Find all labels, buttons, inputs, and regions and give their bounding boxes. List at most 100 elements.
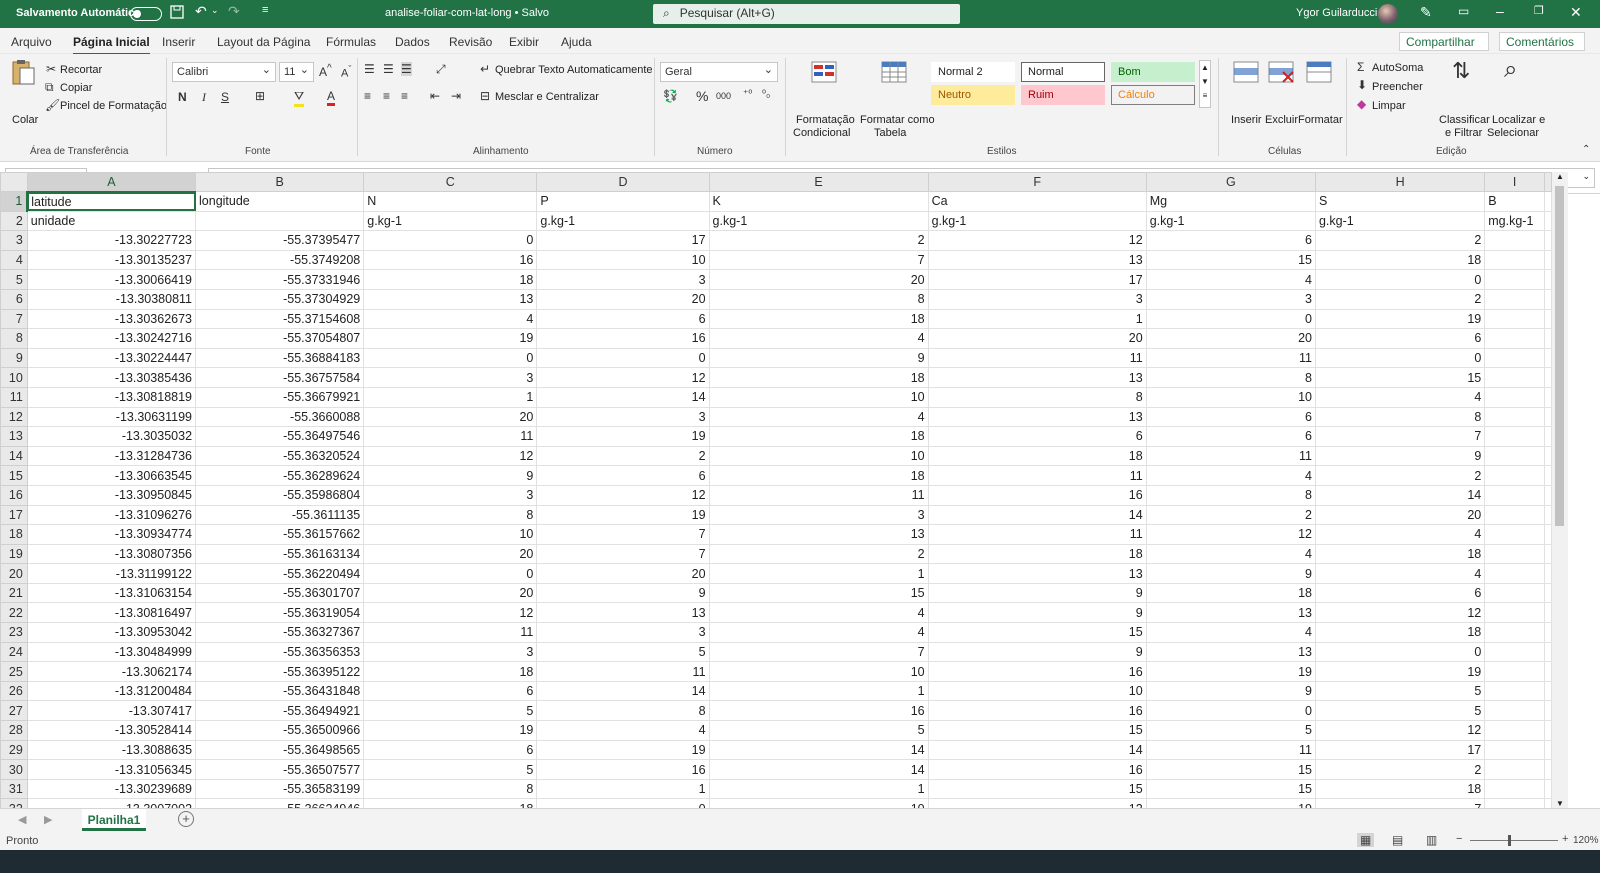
- cell[interactable]: g.kg-1: [708, 210, 929, 232]
- cell[interactable]: 10: [927, 680, 1147, 702]
- percent-button[interactable]: %: [696, 88, 708, 104]
- cell[interactable]: 11: [927, 524, 1147, 545]
- cell[interactable]: 0: [536, 798, 710, 808]
- cell[interactable]: g.kg-1: [1314, 210, 1486, 232]
- row-header[interactable]: 32: [0, 798, 28, 808]
- cell[interactable]: 12: [363, 445, 538, 467]
- cell[interactable]: unidade: [26, 210, 197, 232]
- expand-formula-icon[interactable]: ⌄: [1582, 171, 1590, 182]
- cell[interactable]: g.kg-1: [1145, 210, 1316, 232]
- cell[interactable]: 17: [927, 269, 1147, 290]
- cell[interactable]: 17: [1314, 739, 1486, 761]
- cell[interactable]: 3: [363, 641, 538, 663]
- cell[interactable]: 7: [1314, 426, 1486, 447]
- cell[interactable]: 3: [927, 288, 1147, 310]
- cell[interactable]: -13.30239689: [26, 778, 197, 800]
- cell[interactable]: -13.30807356: [26, 543, 197, 565]
- cell[interactable]: [1544, 602, 1552, 624]
- borders-icon[interactable]: ⊞: [255, 89, 265, 103]
- cell[interactable]: 16: [927, 700, 1147, 722]
- cell[interactable]: 4: [1314, 524, 1486, 545]
- cell[interactable]: [1484, 700, 1545, 722]
- align-top-icon[interactable]: ☰: [364, 62, 375, 76]
- row-header[interactable]: 28: [0, 720, 28, 741]
- cell[interactable]: 9: [536, 582, 710, 604]
- cell[interactable]: [1544, 563, 1552, 584]
- cell[interactable]: 7: [536, 524, 710, 545]
- cell[interactable]: 6: [1314, 328, 1486, 349]
- cell[interactable]: 5: [1314, 680, 1486, 702]
- cell[interactable]: 20: [363, 582, 538, 604]
- next-sheet-icon[interactable]: ▶: [44, 813, 52, 826]
- row-header[interactable]: 23: [0, 622, 28, 643]
- cell[interactable]: [1544, 622, 1552, 643]
- spreadsheet-grid[interactable]: ABCDEFGHI 1 latitude longitude N P K Ca Mg S B 2 un…: [0, 172, 1552, 808]
- row-header[interactable]: 19: [0, 543, 28, 565]
- cell[interactable]: 6: [536, 308, 710, 330]
- cell[interactable]: 0: [363, 563, 538, 584]
- tab-ajuda[interactable]: Ajuda: [561, 35, 592, 49]
- cell[interactable]: -13.31056345: [26, 759, 197, 780]
- cell[interactable]: 11: [708, 484, 929, 506]
- cell[interactable]: 2: [536, 445, 710, 467]
- cell[interactable]: -13.30224447: [26, 347, 197, 369]
- cell[interactable]: 16: [536, 328, 710, 349]
- cell[interactable]: [1544, 504, 1552, 526]
- cell[interactable]: -55.36498565: [195, 739, 365, 761]
- cell[interactable]: [1484, 602, 1545, 624]
- decrease-indent-icon[interactable]: ⇤: [430, 89, 440, 103]
- cell[interactable]: 13: [536, 602, 710, 624]
- page-break-icon[interactable]: ▥: [1426, 833, 1437, 847]
- scroll-up-icon[interactable]: ▲: [1556, 172, 1564, 181]
- cell[interactable]: [1544, 778, 1552, 800]
- cell[interactable]: 7: [708, 249, 929, 271]
- cell[interactable]: [1484, 543, 1545, 565]
- cell[interactable]: -55.36301707: [195, 582, 365, 604]
- cell[interactable]: 14: [1314, 484, 1486, 506]
- insert-cells-icon[interactable]: [1232, 60, 1262, 90]
- cell[interactable]: [1544, 269, 1552, 290]
- cell[interactable]: -55.37054807: [195, 328, 365, 349]
- cell[interactable]: [1544, 445, 1552, 467]
- cell[interactable]: Ca: [927, 191, 1147, 212]
- cell[interactable]: 20: [1314, 504, 1486, 526]
- cell[interactable]: -13.30950845: [26, 484, 197, 506]
- cell[interactable]: [1544, 700, 1552, 722]
- row-header[interactable]: 21: [0, 582, 28, 604]
- document-title[interactable]: analise-foliar-com-lat-long • Salvo: [385, 7, 549, 19]
- format-painter-label[interactable]: Pincel de Formatação: [60, 100, 167, 112]
- cell[interactable]: 10: [536, 249, 710, 271]
- cell[interactable]: 12: [363, 602, 538, 624]
- cell[interactable]: 10: [708, 445, 929, 467]
- cell[interactable]: [1484, 269, 1545, 290]
- increase-decimal-icon[interactable]: ⁺⁰: [743, 89, 752, 100]
- cell[interactable]: 1: [708, 680, 929, 702]
- column-header[interactable]: I: [1484, 172, 1545, 192]
- scroll-down-icon[interactable]: ▼: [1556, 799, 1564, 808]
- cell[interactable]: 7: [1314, 798, 1486, 808]
- find-select-label-2[interactable]: Selecionar: [1487, 127, 1539, 139]
- cell[interactable]: 1: [363, 386, 538, 408]
- column-header[interactable]: G: [1145, 172, 1316, 192]
- cell[interactable]: 4: [708, 406, 929, 428]
- cell[interactable]: 2: [1314, 288, 1486, 310]
- cell[interactable]: 19: [1145, 798, 1316, 808]
- cell[interactable]: -13.30227723: [26, 230, 197, 251]
- cell[interactable]: [1544, 249, 1552, 271]
- format-as-table-icon[interactable]: [880, 60, 910, 90]
- conditional-format-icon[interactable]: [810, 60, 840, 90]
- cell[interactable]: 10: [708, 798, 929, 808]
- cell[interactable]: -55.36884183: [195, 347, 365, 369]
- zoom-thumb[interactable]: [1508, 835, 1511, 846]
- cell[interactable]: -55.36679921: [195, 386, 365, 408]
- cell[interactable]: 15: [1314, 367, 1486, 388]
- cell[interactable]: -13.3088635: [26, 739, 197, 761]
- row-header[interactable]: 18: [0, 524, 28, 545]
- cell[interactable]: 15: [927, 778, 1147, 800]
- align-middle-icon[interactable]: ☰: [383, 62, 394, 76]
- cell[interactable]: -55.37304929: [195, 288, 365, 310]
- select-all-corner[interactable]: [0, 172, 28, 192]
- cell[interactable]: 20: [1145, 328, 1316, 349]
- cell[interactable]: -13.3007002: [26, 798, 197, 808]
- cell[interactable]: [1484, 367, 1545, 388]
